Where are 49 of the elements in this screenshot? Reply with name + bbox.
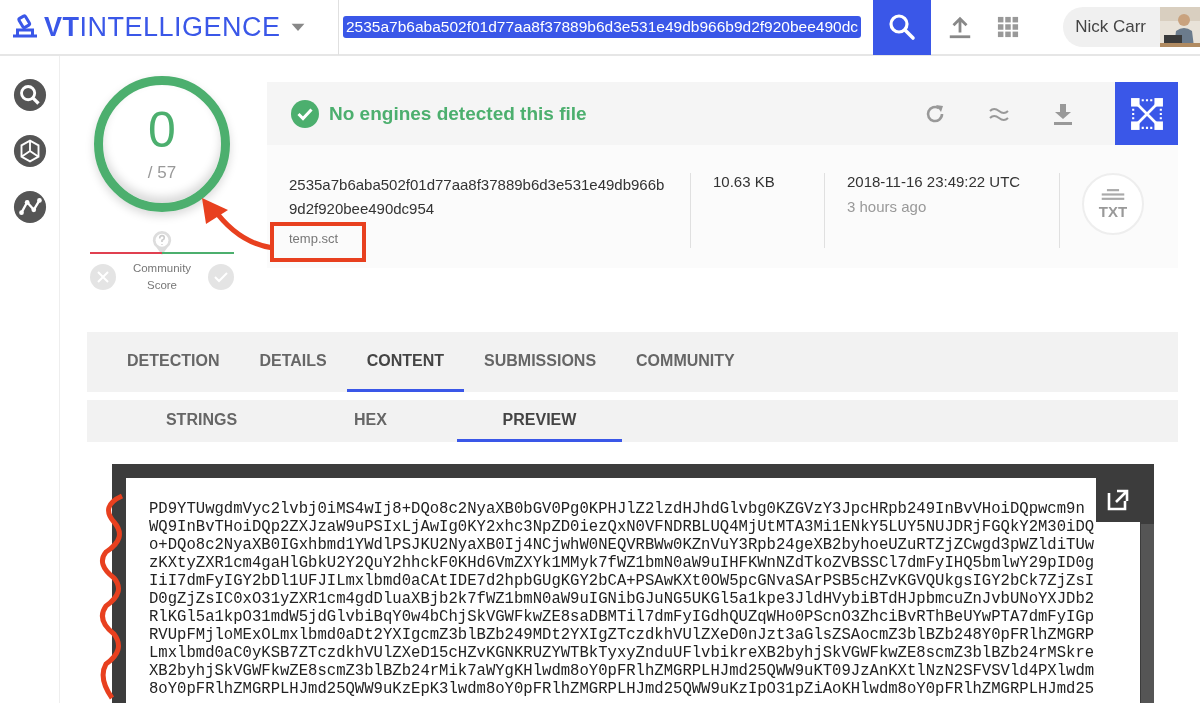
graph-icon[interactable] [12, 190, 47, 224]
file-name: temp.sct [289, 231, 340, 246]
search-field[interactable]: 2535a7b6aba502f01d77aa8f37889b6d3e531e49db966b9d2f920bee490dc [338, 0, 873, 55]
tab[interactable]: DETECTION [107, 332, 240, 392]
hexagon-network-icon[interactable] [12, 134, 47, 168]
tab[interactable]: SUBMISSIONS [464, 332, 617, 392]
preview-text-line: IiI7dmFyIGY2bDl1UFJILmxlbmd0aCAtIDE7d2hpbGUgKGY2bCA+PSAwKXt0OW5pcGNvaSArPSB5cHZvKGVQUkgsIGY2bCk7ZjZsI [149, 572, 1096, 590]
tab[interactable]: CONTENT [346, 332, 465, 392]
engine-total: / 57 [147, 163, 177, 183]
file-type-label: TXT [1098, 202, 1128, 220]
preview-text-line: XB2byhjSkVGWFkwZE8scmZ3blBZb24rMik7aWYgKHlwdm8oY0pFRlhZMGRPLHJmd25QWW9uKT09JzAnKXtlNzN2SFVSVld4PXlwdm [149, 662, 1096, 680]
search-icon[interactable] [12, 78, 47, 112]
preview-text-line: PD9YTUwgdmVyc2lvbj0iMS4wIj8+DQo8c2NyaXB0bGV0Pg0KPHJlZ2lzdHJhdGlvbg0KZGVzY3JpcHRpb249InBvVHoiDQpwcm9n [149, 500, 1086, 518]
preview-text-line: Lmxlbmd0aC0yKSB7ZTczdkhVUlZXeD15cHZvKGNKRUZYWTBkTyxyZnduUFlvbikreXB2byhjSkVGWFkwZE8scmZ3blBZb24rMSkre [149, 644, 1096, 662]
subtab[interactable]: HEX [288, 400, 453, 442]
caret-icon[interactable] [290, 22, 306, 32]
preview-text-line: RlKGl5a1kpO31mdW5jdGlvbiBqY0w4bChjSkVGWFkwZE8saDBMTil7dmFyIGdhQUZqWHo0PScnO3ZhciBvRThBeUYwPTA7dmFyIGp [149, 608, 1096, 626]
tab[interactable]: COMMUNITY [616, 332, 755, 392]
preview-text-line: zKXtyZXR1cm4gaHlGbkU2Y2QuY2hhckF0KHd6VmZXYk1MMyk7fWZ1bmN0aW9uIHFKWnNZdTkoZVBSSCl7dmFyIHQ5bmlwY29pID0g [149, 554, 1096, 572]
check-circle-icon [291, 99, 319, 128]
detection-message: No engines detected this file [329, 102, 587, 125]
preview-text-line: WQ9InBvTHoiDQp2ZXJzaW9uPSIxLjAwIg0KY2xhc3NpZD0iezQxN0VFNDRBLUQ4MjUtMTA3Mi1ENkY5LUY5NUJDRjFGQkY2M30iDQ [149, 518, 1096, 536]
preview-text-line: D0gZjZsIC0xO31yZXR1cm4gdDluaXBjb2k7fWZ1bmN0aW9uIGNibGJuNG5UKGl5a1kpe3JldHVybiBTdHJpbmcuZnJvbUNoYXJDb2 [149, 590, 1096, 608]
relative-time: 3 hours ago [847, 198, 928, 215]
subtab[interactable]: PREVIEW [457, 400, 622, 442]
user-menu[interactable]: Nick Carr [1063, 7, 1200, 47]
tab[interactable]: DETAILS [239, 332, 347, 392]
search-icon [888, 13, 916, 41]
preview-text-line: RVUpFMjloMExOLmxlbmd0aDt2YXIgcmZ3blBZb249MDt2YXIgZTczdkhVUlZXeD0nJzt3aGlsZSAocmZ3blBZb248Y0pFRlhZMGRP [149, 626, 1096, 644]
text-lines-icon [1100, 188, 1126, 203]
subtab[interactable]: STRINGS [119, 400, 284, 442]
graph-view-button[interactable] [1115, 82, 1178, 145]
external-link-icon [1106, 488, 1130, 512]
file-size: 10.63 KB [713, 173, 776, 190]
scan-date: 2018-11-16 23:49:22 UTC [847, 173, 1022, 190]
scrollbar[interactable] [1141, 524, 1154, 703]
graph-icon [1129, 96, 1164, 131]
apps-grid-icon[interactable] [997, 16, 1019, 38]
download-icon[interactable] [1051, 101, 1075, 126]
logo-icon [10, 13, 40, 41]
community-score-label: Community Score [131, 261, 193, 293]
upload-icon[interactable] [947, 14, 973, 40]
search-button[interactable] [873, 0, 931, 55]
file-hash: 2535a7b6aba502f01d77aa8f37889b6d3e531e49db966b9d2f920bee490dc954 [289, 175, 666, 219]
preview-text-line: 8oY0pFRlhZMGRPLHJmd25QWW9uKzEpK3lwdm8oY0pFRlhZMGRPLHJmd25QWW9uKzIpO31pZiAoKHlwdm8oY0pFRlhZMGRPLHJmd25 [149, 680, 1096, 698]
detection-count: 0 [148, 105, 176, 155]
preview-text-line: o+DQo8c2NyaXB0IGxhbmd1YWdlPSJKU2NyaXB0Ij4NCjwhW0NEQVRBWw0KZnVuY3Rpb24geXB2byhoeUZuRTZjZCwgd3pWZldiTUw [149, 536, 1096, 554]
logo-text: VTINTELLIGENCE [44, 11, 281, 43]
checkmark-icon[interactable] [208, 264, 234, 290]
